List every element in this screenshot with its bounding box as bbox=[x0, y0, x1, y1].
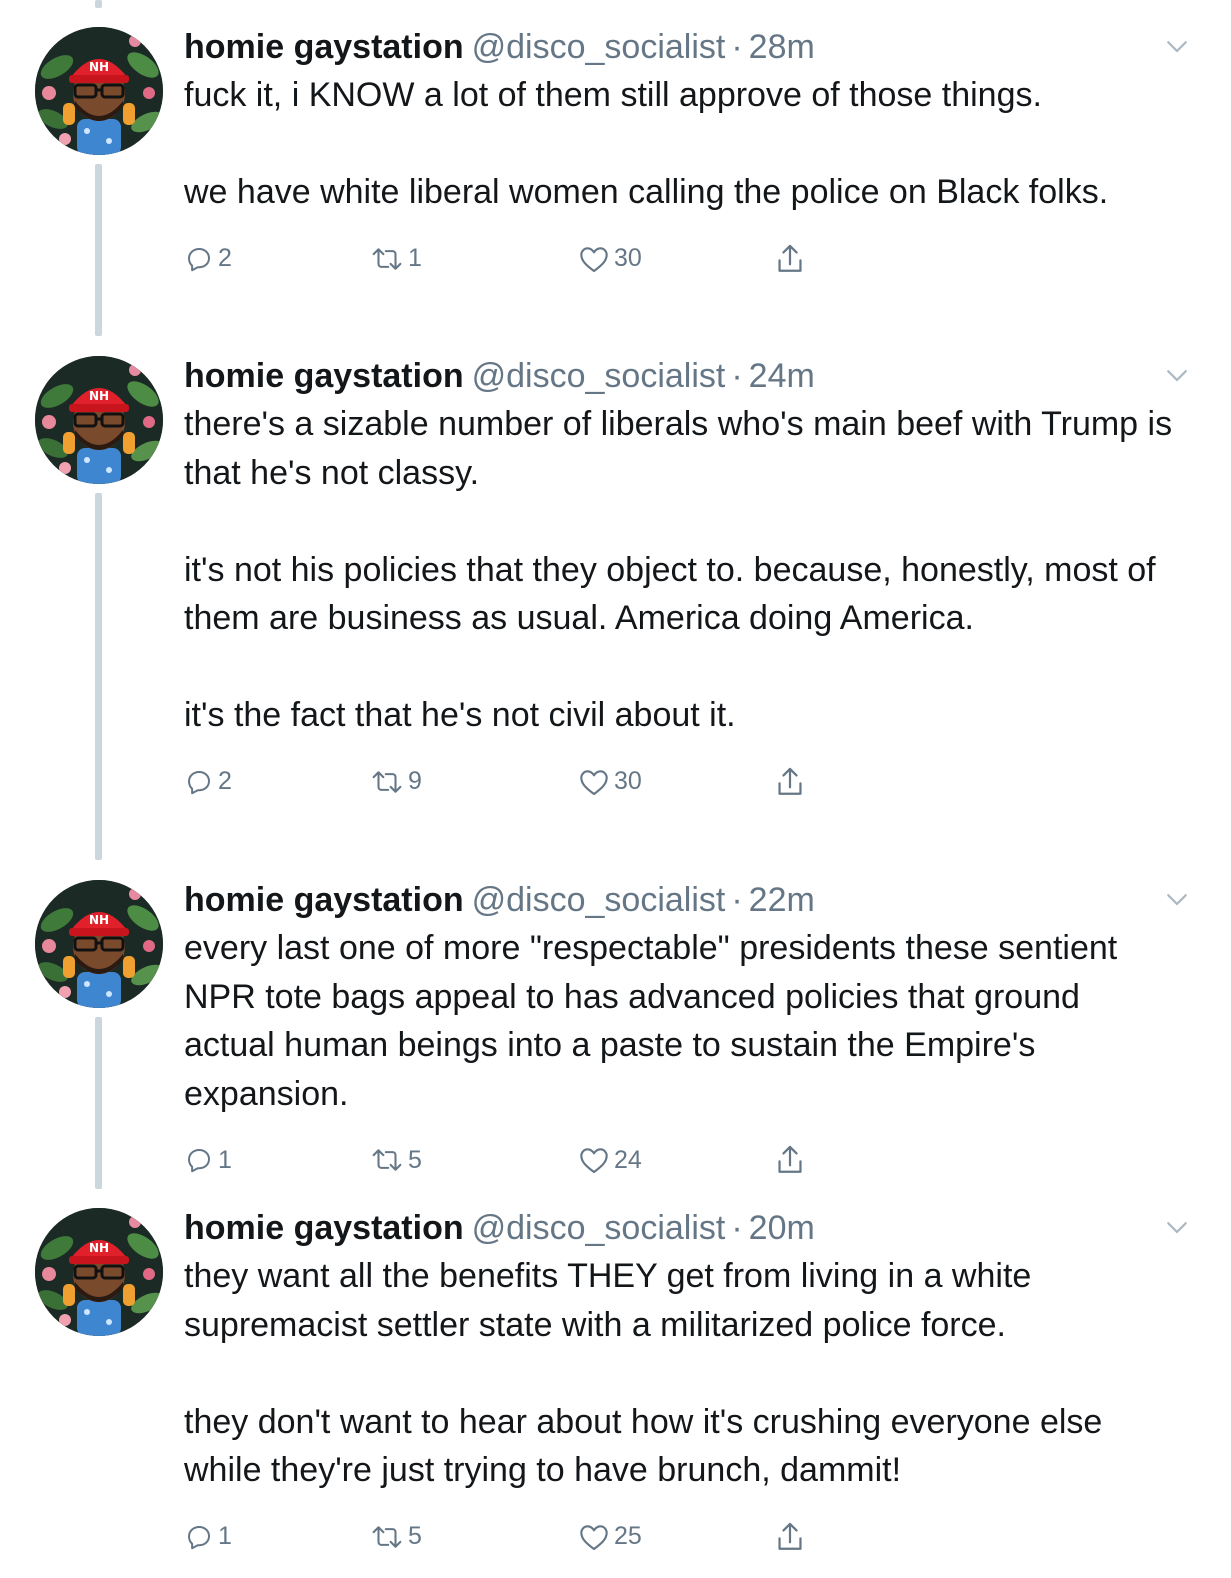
svg-text:NH: NH bbox=[89, 389, 109, 403]
tweet-text: there's a sizable number of liberals who… bbox=[184, 405, 1173, 734]
reply-button[interactable]: 1 bbox=[184, 1140, 232, 1180]
tweet-actions: 2 1 30 bbox=[184, 239, 1174, 279]
thread-line bbox=[95, 493, 102, 860]
like-button[interactable]: 25 bbox=[578, 1517, 642, 1557]
heart-icon bbox=[578, 1522, 610, 1552]
tweet-text: fuck it, i KNOW a lot of them still appr… bbox=[184, 76, 1109, 211]
svg-text:NH: NH bbox=[89, 60, 109, 74]
reply-button[interactable]: 2 bbox=[184, 239, 232, 279]
reply-count: 2 bbox=[218, 767, 232, 795]
tweet-actions: 2 9 30 bbox=[184, 762, 1174, 802]
reply-icon bbox=[184, 1145, 214, 1175]
retweet-button[interactable]: 1 bbox=[370, 239, 422, 279]
avatar[interactable]: NH bbox=[35, 356, 163, 484]
timestamp[interactable]: 28m bbox=[749, 28, 815, 66]
avatar[interactable]: NH bbox=[35, 27, 163, 155]
thread-line bbox=[95, 1017, 102, 1189]
like-count: 24 bbox=[614, 1145, 642, 1174]
tweet-actions: 1 5 24 bbox=[184, 1140, 1174, 1180]
avatar-image: NH bbox=[35, 880, 163, 1008]
share-button[interactable] bbox=[774, 762, 806, 802]
retweet-button[interactable]: 5 bbox=[370, 1517, 422, 1557]
heart-icon bbox=[578, 767, 610, 797]
separator-dot: · bbox=[731, 1209, 743, 1247]
share-icon bbox=[774, 1143, 806, 1177]
like-count: 30 bbox=[614, 767, 642, 795]
share-icon bbox=[774, 242, 806, 276]
avatar[interactable]: NH bbox=[35, 1208, 163, 1336]
svg-text:NH: NH bbox=[89, 913, 109, 927]
user-handle[interactable]: @disco_socialist bbox=[472, 881, 726, 919]
like-count: 30 bbox=[614, 244, 642, 272]
avatar-image: NH bbox=[35, 27, 163, 155]
tweet-content: homie gaystation @disco_socialist · 20m the… bbox=[184, 1208, 1174, 1557]
retweet-icon bbox=[370, 1522, 404, 1552]
user-handle[interactable]: @disco_socialist bbox=[472, 1209, 726, 1247]
display-name[interactable]: homie gaystation bbox=[184, 1209, 464, 1247]
reply-button[interactable]: 2 bbox=[184, 762, 232, 802]
retweet-icon bbox=[370, 244, 404, 274]
retweet-count: 9 bbox=[408, 767, 422, 795]
display-name[interactable]: homie gaystation bbox=[184, 357, 464, 395]
chevron-down-icon[interactable] bbox=[1162, 360, 1192, 390]
retweet-count: 5 bbox=[408, 1522, 422, 1550]
timestamp[interactable]: 22m bbox=[749, 881, 815, 919]
timestamp[interactable]: 24m bbox=[749, 357, 815, 395]
share-button[interactable] bbox=[774, 1140, 806, 1180]
timestamp[interactable]: 20m bbox=[749, 1209, 815, 1247]
user-handle[interactable]: @disco_socialist bbox=[472, 357, 726, 395]
tweet-content: homie gaystation @disco_socialist · 24m the… bbox=[184, 356, 1174, 802]
like-button[interactable]: 30 bbox=[578, 762, 642, 802]
tweet-header: homie gaystation @disco_socialist · 24m bbox=[184, 356, 1174, 396]
reply-icon bbox=[184, 767, 214, 797]
retweet-icon bbox=[370, 1145, 404, 1175]
chevron-down-icon[interactable] bbox=[1162, 1212, 1192, 1242]
reply-icon bbox=[184, 244, 214, 274]
tweet-actions: 1 5 25 bbox=[184, 1517, 1174, 1557]
tweet-header: homie gaystation @disco_socialist · 22m bbox=[184, 880, 1174, 920]
like-button[interactable]: 24 bbox=[578, 1140, 642, 1180]
display-name[interactable]: homie gaystation bbox=[184, 881, 464, 919]
like-count: 25 bbox=[614, 1522, 642, 1550]
share-button[interactable] bbox=[774, 1517, 806, 1557]
heart-icon bbox=[578, 1145, 610, 1175]
retweet-button[interactable]: 5 bbox=[370, 1140, 422, 1180]
tweet-text: every last one of more "respectable" pre… bbox=[184, 929, 1127, 1113]
like-button[interactable]: 30 bbox=[578, 239, 642, 279]
heart-icon bbox=[578, 244, 610, 274]
avatar[interactable]: NH bbox=[35, 880, 163, 1008]
retweet-button[interactable]: 9 bbox=[370, 762, 422, 802]
retweet-count: 1 bbox=[408, 244, 422, 272]
share-icon bbox=[774, 1520, 806, 1554]
display-name[interactable]: homie gaystation bbox=[184, 28, 464, 66]
separator-dot: · bbox=[731, 357, 743, 395]
user-handle[interactable]: @disco_socialist bbox=[472, 28, 726, 66]
reply-button[interactable]: 1 bbox=[184, 1517, 232, 1557]
retweet-icon bbox=[370, 767, 404, 797]
share-icon bbox=[774, 765, 806, 799]
share-button[interactable] bbox=[774, 239, 806, 279]
tweet-content: homie gaystation @disco_socialist · 22m eve… bbox=[184, 880, 1174, 1180]
retweet-count: 5 bbox=[408, 1145, 422, 1174]
reply-count: 2 bbox=[218, 244, 232, 272]
avatar-image: NH bbox=[35, 1208, 163, 1336]
chevron-down-icon[interactable] bbox=[1162, 884, 1192, 914]
tweet-header: homie gaystation @disco_socialist · 20m bbox=[184, 1208, 1174, 1248]
reply-count: 1 bbox=[218, 1145, 232, 1174]
separator-dot: · bbox=[731, 881, 743, 919]
reply-count: 1 bbox=[218, 1522, 232, 1550]
chevron-down-icon[interactable] bbox=[1162, 31, 1192, 61]
tweet-header: homie gaystation @disco_socialist · 28m bbox=[184, 27, 1174, 67]
tweet-content: homie gaystation @disco_socialist · 28m fuc… bbox=[184, 27, 1174, 279]
svg-text:NH: NH bbox=[89, 1241, 109, 1255]
reply-icon bbox=[184, 1522, 214, 1552]
separator-dot: · bbox=[731, 28, 743, 66]
avatar-image: NH bbox=[35, 356, 163, 484]
thread-line bbox=[95, 164, 102, 336]
thread-line bbox=[95, 0, 102, 8]
tweet-text: they want all the benefits THEY get from… bbox=[184, 1257, 1103, 1489]
